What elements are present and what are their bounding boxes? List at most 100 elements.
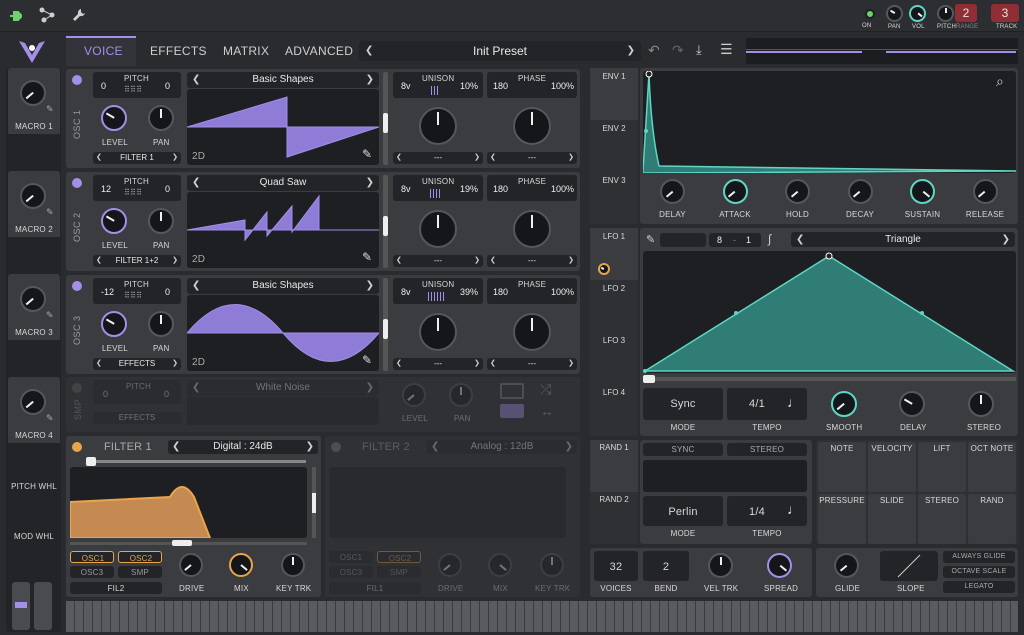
keytrack-icon[interactable] — [500, 383, 524, 399]
osc-2-tune[interactable]: 0 — [165, 184, 170, 194]
pencil-icon[interactable]: ✎ — [362, 250, 372, 264]
osc-1-voices[interactable]: 8v — [401, 81, 411, 91]
chevron-right-icon[interactable]: ❯ — [474, 255, 480, 267]
chevron-left-icon[interactable]: ❮ — [192, 175, 200, 191]
tab-rand-2[interactable]: RAND 2 — [590, 495, 638, 504]
chevron-right-icon[interactable]: ❯ — [568, 358, 574, 370]
tab-rand-1[interactable]: RAND 1 — [590, 443, 638, 452]
osc-2-transpose[interactable]: 12 — [101, 184, 111, 194]
lfo-grid-x[interactable]: 8 — [717, 235, 722, 245]
glide-knob[interactable] — [834, 553, 859, 578]
chevron-left-icon[interactable]: ❮ — [796, 232, 804, 247]
osc-3-toggle[interactable] — [72, 281, 82, 291]
macro-1-knob[interactable] — [20, 80, 46, 106]
chevron-left-icon[interactable]: ❮ — [396, 358, 402, 370]
chevron-right-icon[interactable]: ❯ — [172, 255, 178, 267]
sampler-dest[interactable]: EFFECTS — [93, 412, 181, 424]
envelope-display[interactable] — [642, 70, 1017, 174]
tab-lfo-1[interactable]: LFO 1 — [590, 232, 638, 241]
filter2-mix-knob[interactable] — [488, 553, 512, 577]
osc-3-pan-knob[interactable] — [148, 311, 174, 337]
loop-icon[interactable] — [500, 404, 524, 418]
save-icon[interactable]: ⤓ — [696, 42, 702, 58]
osc-1-phase-pct[interactable]: 100% — [551, 81, 574, 91]
osc-3-level-knob[interactable] — [101, 311, 127, 337]
pencil-icon[interactable]: ✎ — [46, 207, 54, 218]
wrench-icon[interactable] — [72, 8, 86, 22]
osc-2-unison-drop[interactable]: ❮ --- ❯ — [393, 255, 483, 267]
lfo-display[interactable] — [642, 251, 1016, 373]
filter1-route-osc3-button[interactable]: OSC3 — [70, 566, 114, 578]
osc-3-voices[interactable]: 8v — [401, 287, 411, 297]
chevron-right-icon[interactable]: ❯ — [172, 152, 178, 164]
filter2-route-osc1-button[interactable]: OSC1 — [329, 551, 373, 563]
filter2-keytrk-knob[interactable] — [540, 553, 564, 577]
chevron-left-icon[interactable]: ❮ — [96, 152, 102, 164]
osc-2-unison-pct[interactable]: 19% — [460, 184, 478, 194]
lfo-smooth-shape[interactable] — [660, 233, 706, 247]
filter1-route-smp-button[interactable]: SMP — [118, 566, 162, 578]
filter2-response-display[interactable] — [329, 467, 566, 538]
osc-3-wavetable-display[interactable] — [185, 295, 381, 371]
chevron-left-icon[interactable]: ❮ — [365, 41, 373, 61]
osc-1-level-knob[interactable] — [101, 105, 127, 131]
note-icon[interactable]: ♩ — [787, 394, 801, 410]
rand-stereo-button[interactable]: STEREO — [727, 443, 807, 456]
pencil-icon[interactable]: ✎ — [362, 353, 372, 367]
env-sustain-knob[interactable] — [910, 179, 935, 204]
osc-3-frame-handle[interactable] — [383, 319, 388, 339]
osc-3-unison-detune-knob[interactable] — [419, 313, 457, 351]
chevron-left-icon[interactable]: ❮ — [192, 278, 200, 294]
osc-3-tune[interactable]: 0 — [165, 287, 170, 297]
tab-advanced[interactable]: ADVANCED — [285, 44, 353, 58]
chevron-right-icon[interactable]: ❯ — [366, 72, 374, 88]
lfo-stereo-knob[interactable] — [968, 391, 994, 417]
osc-2-mode[interactable]: 2D — [192, 254, 205, 265]
osc-1-mode[interactable]: 2D — [192, 151, 205, 162]
tab-lfo-4[interactable]: LFO 4 — [590, 388, 638, 397]
osc-2-frame-handle[interactable] — [383, 216, 388, 236]
range-value[interactable]: 2 — [955, 4, 977, 22]
tab-env-2[interactable]: ENV 2 — [590, 124, 638, 133]
chevron-left-icon[interactable]: ❮ — [490, 152, 496, 164]
redo-icon[interactable]: ↷ — [672, 42, 684, 59]
zoom-icon[interactable]: ⌕ — [996, 73, 1004, 90]
chevron-right-icon[interactable]: ❯ — [565, 440, 573, 454]
osc-1-transpose[interactable]: 0 — [101, 81, 106, 91]
always-glide-button[interactable]: ALWAYS GLIDE — [943, 551, 1015, 563]
lfo-shape-selector[interactable]: ❮ Triangle ❯ — [791, 232, 1015, 247]
lfo-delay-knob[interactable] — [899, 391, 925, 417]
rand-sync-button[interactable]: SYNC — [643, 443, 723, 456]
chevron-right-icon[interactable]: ❯ — [366, 380, 374, 396]
filter1-keytrk-knob[interactable] — [281, 553, 305, 577]
pencil-icon[interactable]: ✎ — [46, 104, 54, 115]
pencil-icon[interactable]: ✎ — [46, 310, 54, 321]
osc-2-dest-selector[interactable]: ❮ FILTER 1+2 ❯ — [93, 255, 181, 267]
bounce-icon[interactable]: ↔ — [540, 403, 554, 419]
chevron-left-icon[interactable]: ❮ — [192, 380, 200, 396]
plug-icon[interactable] — [8, 8, 24, 24]
osc-2-phase-knob[interactable] — [513, 210, 551, 248]
curve-icon[interactable]: ∫ — [768, 232, 771, 246]
osc-3-unison-pct[interactable]: 39% — [460, 287, 478, 297]
filter2-route-osc3-button[interactable]: OSC3 — [329, 566, 373, 578]
env-delay-knob[interactable] — [660, 179, 685, 204]
tab-lfo-3[interactable]: LFO 3 — [590, 336, 638, 345]
piano-keyboard[interactable] — [66, 601, 1018, 632]
osc-2-phase-pct[interactable]: 100% — [551, 184, 574, 194]
chevron-right-icon[interactable]: ❯ — [1002, 232, 1010, 247]
undo-icon[interactable]: ↶ — [648, 42, 660, 59]
osc-2-wavetable-display[interactable] — [186, 192, 379, 268]
chevron-right-icon[interactable]: ❯ — [568, 152, 574, 164]
osc-3-mode[interactable]: 2D — [192, 357, 205, 368]
chevron-right-icon[interactable]: ❯ — [172, 358, 178, 370]
osc-1-toggle[interactable] — [72, 75, 82, 85]
filter1-type-selector[interactable]: ❮ Digital : 24dB ❯ — [168, 440, 318, 454]
sampler-tune[interactable]: 0 — [164, 389, 169, 399]
tab-env-1[interactable]: ENV 1 — [590, 72, 638, 81]
env-decay-knob[interactable] — [847, 179, 873, 204]
filter2-fil1-button[interactable]: FIL1 — [329, 582, 421, 594]
menu-icon[interactable]: ☰ — [720, 41, 733, 58]
spread-knob[interactable] — [767, 553, 792, 578]
osc-3-phase-drop[interactable]: ❮ --- ❯ — [487, 358, 577, 370]
